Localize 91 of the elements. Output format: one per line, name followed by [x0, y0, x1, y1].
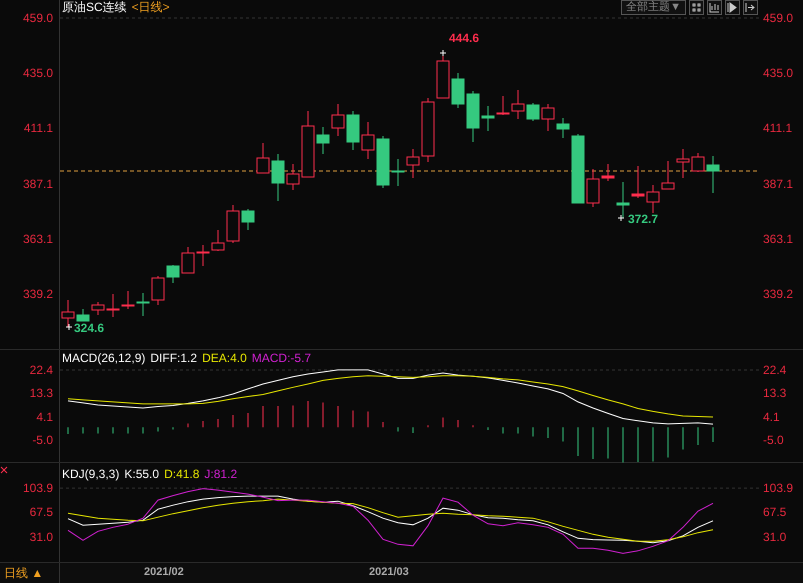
candlestick: [406, 148, 420, 178]
candlestick: [362, 122, 374, 160]
axis-tick-label: 363.1: [763, 232, 794, 246]
candlestick: [76, 308, 90, 322]
candlestick: [106, 294, 120, 318]
candlestick: [166, 264, 180, 284]
axis-tick-label: 387.1: [763, 176, 794, 191]
price-annotation: 324.6: [74, 321, 104, 335]
axis-tick-label: 459.0: [22, 11, 53, 25]
candlestick: [272, 154, 284, 202]
axis-tick-label: 13.3: [763, 386, 786, 400]
candlestick: [242, 208, 254, 230]
candlestick: [466, 90, 480, 142]
candlestick: [482, 106, 494, 132]
candlestick: [706, 156, 720, 194]
indicator-title: KDJ(9,3,3): [62, 467, 120, 481]
candlestick: [632, 166, 644, 198]
axis-tick-label: -5.0: [32, 432, 53, 447]
candlestick: [496, 96, 510, 116]
candlestick: [196, 244, 210, 266]
bar-chart-icon[interactable]: [707, 0, 722, 15]
candlestick: [512, 90, 524, 120]
candlestick: [376, 136, 390, 188]
axis-tick-label: 435.0: [22, 66, 53, 80]
axis-tick-label: 411.1: [24, 121, 53, 136]
candlestick: [136, 292, 150, 316]
instrument-title: 原油SC连续: [62, 0, 127, 14]
axis-tick-label: 103.9: [763, 481, 794, 496]
axis-tick-label: 22.4: [30, 362, 53, 377]
axis-tick-label: 31.0: [30, 530, 53, 544]
play-icon[interactable]: [725, 0, 740, 15]
axis-tick-label: 387.1: [22, 176, 53, 191]
candlestick: [422, 98, 434, 162]
candlestick: [302, 110, 314, 178]
price-annotation: 444.6: [449, 31, 480, 45]
axis-tick-label: 4.1: [36, 410, 53, 424]
candlestick: [676, 148, 690, 178]
candlestick: [452, 72, 464, 108]
candlestick: [602, 164, 614, 182]
candlestick: [572, 134, 584, 204]
axis-tick-label: 339.2: [22, 287, 53, 301]
candlestick: [692, 152, 704, 172]
indicator-title: MACD(26,12,9): [62, 351, 146, 365]
period-label: <日线>: [132, 0, 170, 14]
indicator-value: DEA:4.0: [202, 351, 247, 365]
axis-tick-label: 31.0: [763, 530, 786, 544]
date-axis-label: 2021/02: [144, 566, 184, 578]
candlestick: [332, 104, 344, 136]
candlestick: [662, 160, 674, 190]
candlestick: [212, 230, 224, 252]
candlestick: [286, 164, 300, 190]
candlestick: [542, 104, 554, 132]
axis-tick-label: 363.1: [22, 232, 53, 246]
indicator-value: D:41.8: [164, 467, 200, 481]
indicator-value: MACD:-5.7: [252, 351, 312, 365]
axis-tick-label: 339.2: [763, 287, 794, 301]
price-annotation: 372.7: [628, 212, 658, 226]
indicator-value: DIFF:1.2: [150, 351, 198, 365]
candlestick: [392, 158, 404, 186]
candlestick: [152, 276, 164, 306]
candlestick: [122, 290, 134, 310]
axis-tick-label: 67.5: [763, 505, 786, 520]
candlestick: [586, 168, 600, 208]
candlestick: [616, 182, 630, 218]
theme-dropdown[interactable]: 全部主题▼: [621, 0, 686, 15]
indicator-value: J:81.2: [204, 467, 238, 481]
axis-tick-label: 22.4: [763, 362, 786, 377]
candlestick: [182, 246, 194, 274]
date-axis-label: 2021/03: [369, 566, 409, 578]
candlestick: [526, 102, 540, 122]
axis-tick-label: 103.9: [22, 481, 53, 496]
period-button[interactable]: 日线 ▲: [0, 563, 60, 583]
axis-tick-label: 459.0: [763, 11, 794, 25]
grid-icon[interactable]: [689, 0, 704, 15]
candlestick: [556, 118, 570, 138]
candlestick: [346, 110, 360, 150]
axis-tick-label: 13.3: [30, 386, 53, 400]
indicator-value: K:55.0: [124, 467, 160, 481]
axis-tick-label: 4.1: [763, 410, 780, 424]
candlestick: [316, 126, 330, 154]
candlestick: [226, 204, 240, 244]
candlestick: [256, 142, 270, 174]
crosshair-icon: [0, 466, 8, 474]
axis-tick-label: 435.0: [763, 66, 794, 80]
axis-tick-label: 67.5: [30, 505, 53, 520]
arrow-right-icon[interactable]: [743, 0, 758, 15]
candlestick: [62, 300, 74, 328]
candlestick: [92, 302, 104, 316]
axis-tick-label: -5.0: [763, 432, 784, 447]
candlestick: [646, 184, 660, 214]
axis-tick-label: 411.1: [763, 121, 792, 136]
